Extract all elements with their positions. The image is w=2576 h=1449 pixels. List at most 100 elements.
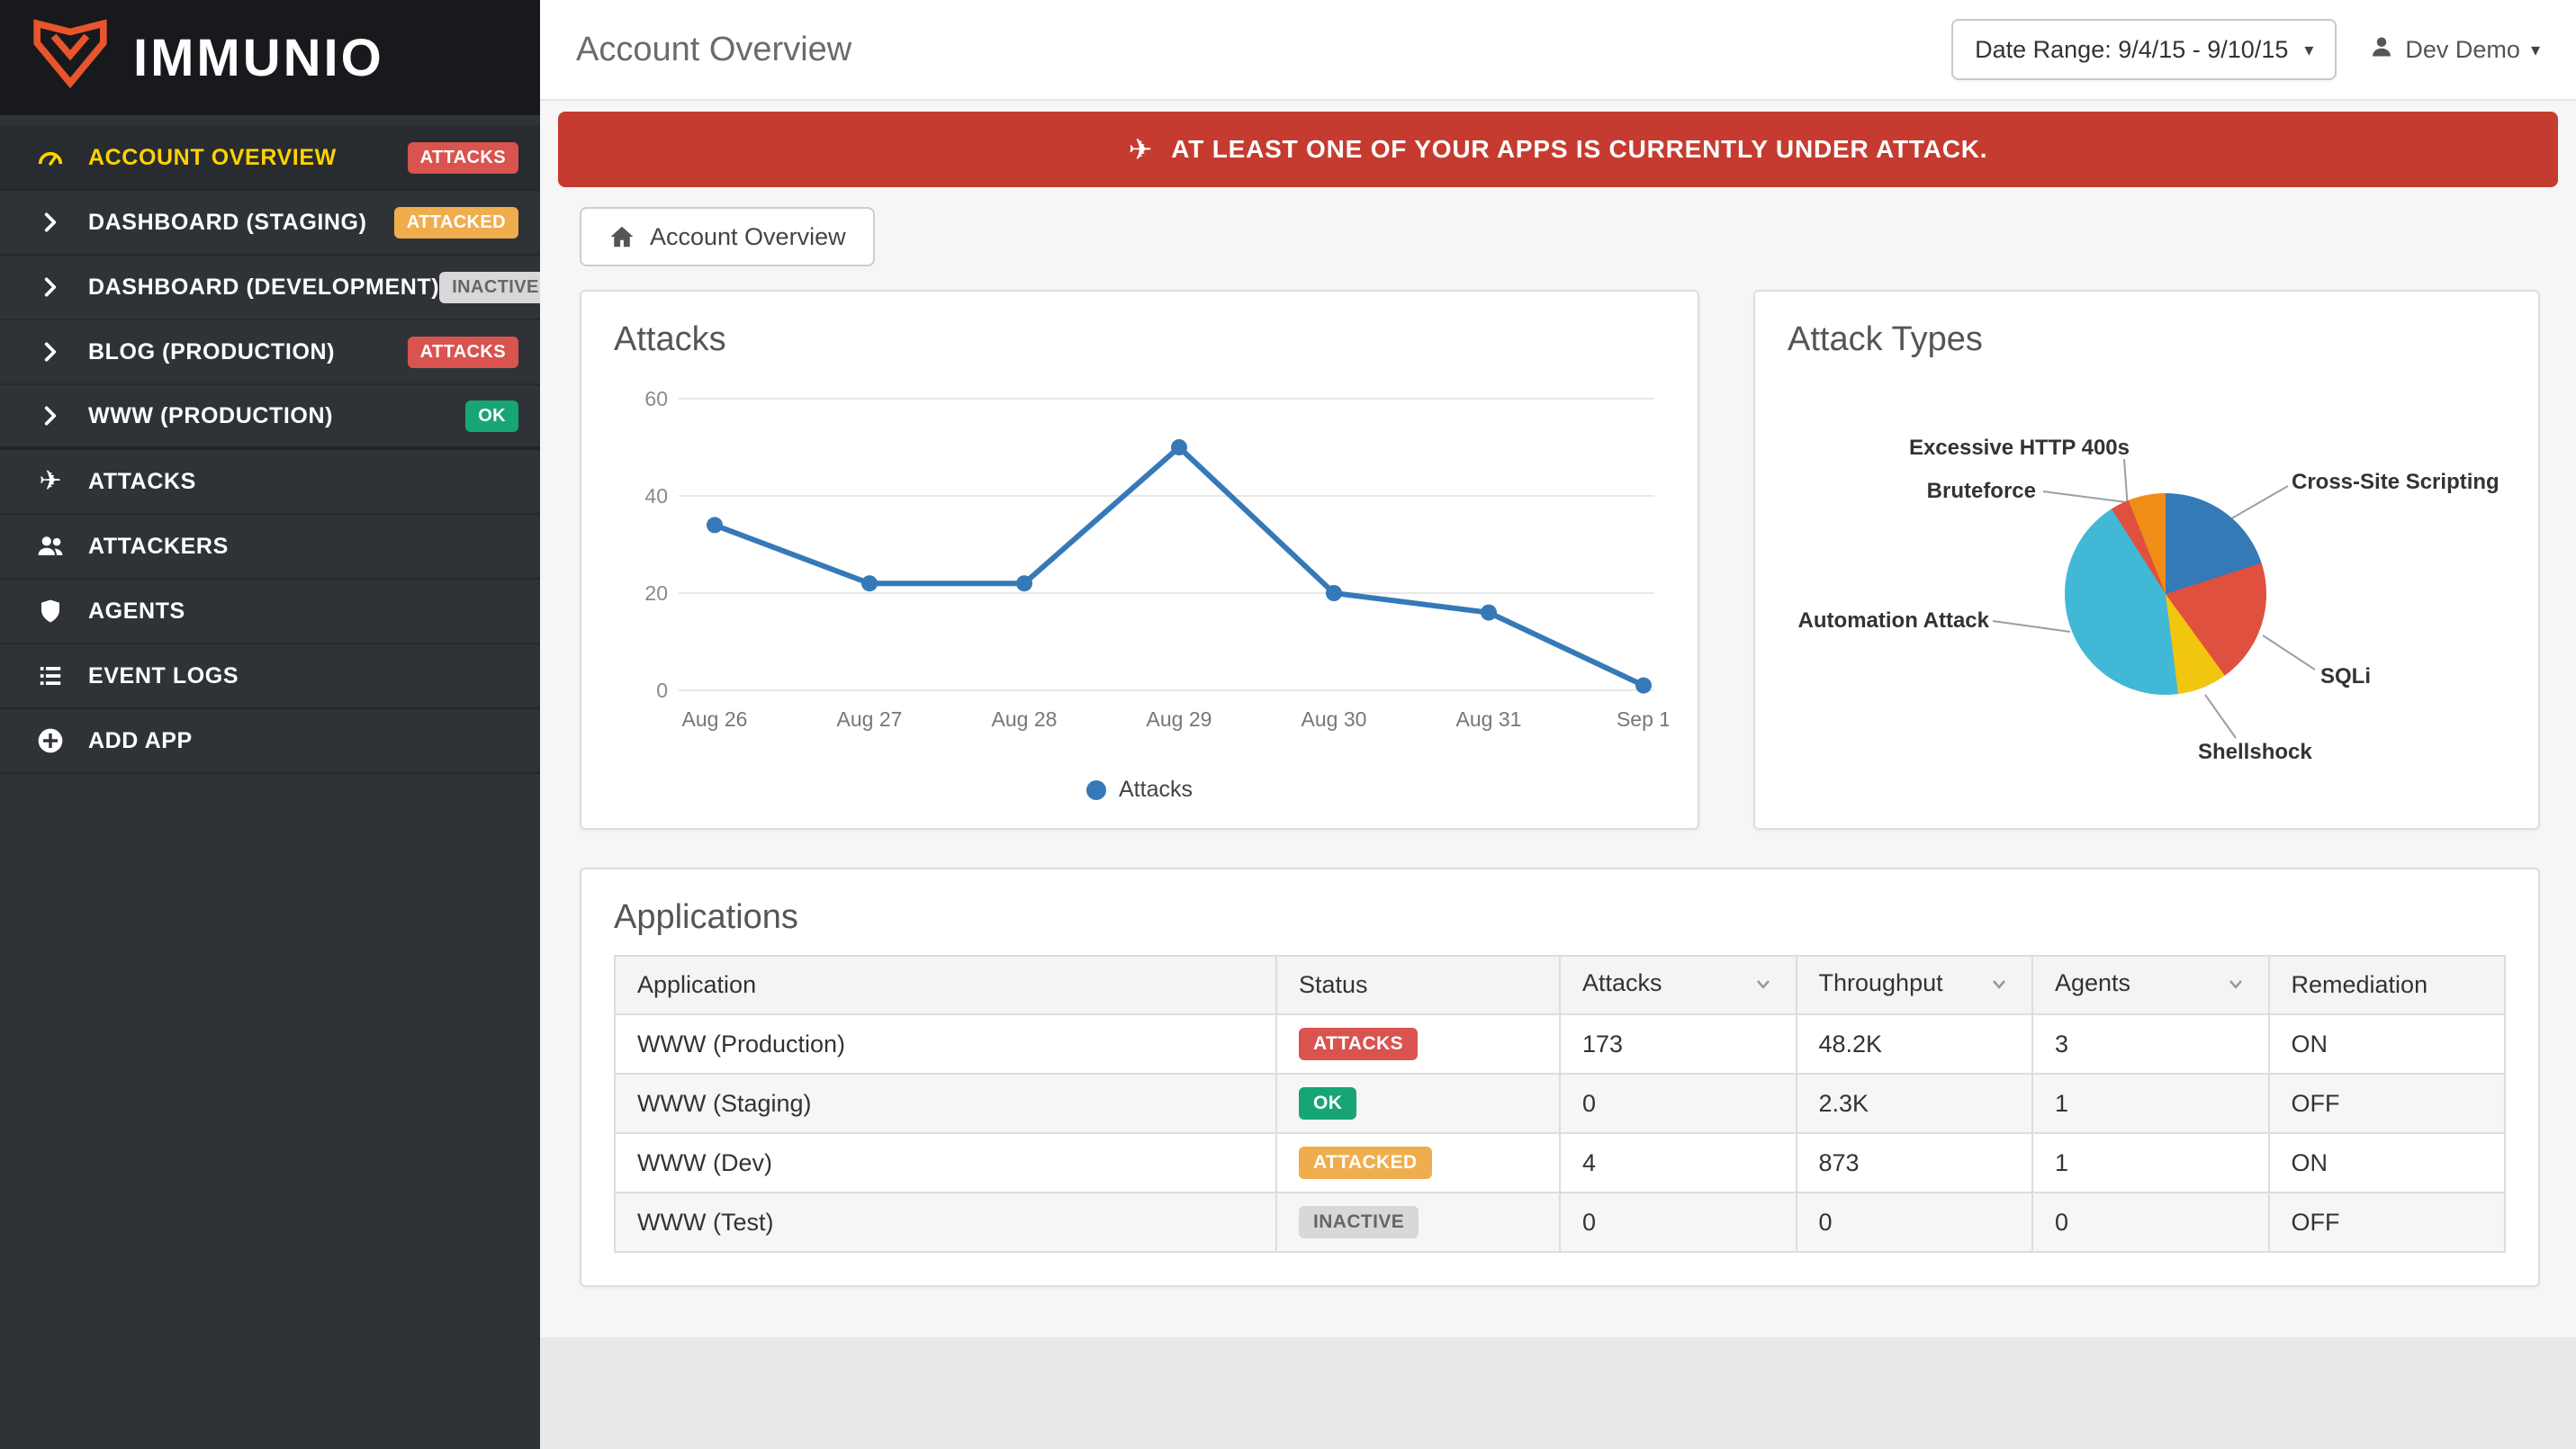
sidebar-item-agents[interactable]: AGENTS <box>0 580 540 644</box>
app-name-cell[interactable]: WWW (Staging) <box>615 1074 1276 1133</box>
agents-cell: 1 <box>2032 1133 2269 1192</box>
immunio-logo-icon <box>29 18 112 97</box>
status-badge: ATTACKS <box>1299 1028 1418 1060</box>
status-badge: ATTACKS <box>408 337 518 368</box>
col-header-remediation: Remediation <box>2269 956 2506 1014</box>
date-range-button[interactable]: Date Range: 9/4/15 - 9/10/15 ▾ <box>1951 19 2337 80</box>
sidebar-nav: ACCOUNT OVERVIEW ATTACKS DASHBOARD (STAG… <box>0 115 540 774</box>
sidebar-item-blog-production[interactable]: BLOG (PRODUCTION) ATTACKS <box>0 320 540 385</box>
sidebar-item-add-app[interactable]: ADD APP <box>0 709 540 774</box>
col-header-throughput[interactable]: Throughput <box>1797 956 2033 1014</box>
status-cell: ATTACKS <box>1276 1014 1560 1074</box>
app-name-cell[interactable]: WWW (Dev) <box>615 1133 1276 1192</box>
sidebar-item-dashboard-development[interactable]: DASHBOARD (DEVELOPMENT) INACTIVE <box>0 256 540 320</box>
sidebar-item-attackers[interactable]: ATTACKERS <box>0 515 540 580</box>
remediation-cell: ON <box>2269 1014 2506 1074</box>
sidebar-item-attacks[interactable]: ✈ ATTACKS <box>0 450 540 515</box>
app-root: IMMUNIO ACCOUNT OVERVIEW ATTACKS DASHBOA… <box>0 0 2576 1449</box>
sort-caret-icon[interactable] <box>2225 973 2247 1001</box>
top-bar: Account Overview Date Range: 9/4/15 - 9/… <box>540 0 2576 101</box>
throughput-cell: 2.3K <box>1797 1074 2033 1133</box>
status-badge: INACTIVE <box>439 272 552 303</box>
page-background <box>540 1337 2576 1449</box>
table-row: WWW (Dev) ATTACKED 4 873 1 ON <box>615 1133 2505 1192</box>
attacks-chart-card: Attacks 0204060Aug 26Aug 27Aug 28Aug 29A… <box>580 290 1699 830</box>
status-badge: ATTACKS <box>408 142 518 174</box>
sidebar-item-label: ADD APP <box>88 728 193 754</box>
list-icon <box>29 662 72 689</box>
agents-cell: 1 <box>2032 1074 2269 1133</box>
legend-dot-icon <box>1086 780 1106 800</box>
user-icon <box>2369 34 2394 66</box>
shield-icon <box>29 598 72 625</box>
remediation-cell: ON <box>2269 1133 2506 1192</box>
sidebar-item-label: ATTACKERS <box>88 534 229 560</box>
sort-caret-icon[interactable] <box>1988 973 2010 1001</box>
svg-text:40: 40 <box>644 484 668 508</box>
users-icon <box>29 531 72 562</box>
pie-label-excessive-http-400s: Excessive HTTP 400s <box>1860 436 2130 461</box>
svg-text:Aug 31: Aug 31 <box>1456 707 1522 731</box>
applications-title: Applications <box>614 898 2506 937</box>
pie-label-shellshock: Shellshock <box>2198 740 2312 765</box>
legend-label: Attacks <box>1119 777 1193 803</box>
table-row: WWW (Staging) OK 0 2.3K 1 OFF <box>615 1074 2505 1133</box>
content: ✈ AT LEAST ONE OF YOUR APPS IS CURRENTLY… <box>540 101 2576 1337</box>
sidebar-item-label: BLOG (PRODUCTION) <box>88 339 335 365</box>
alert-message: AT LEAST ONE OF YOUR APPS IS CURRENTLY U… <box>1171 135 1987 164</box>
applications-table-body: WWW (Production) ATTACKS 173 48.2K 3 ON … <box>615 1014 2505 1252</box>
attacks-cell: 4 <box>1560 1133 1797 1192</box>
chevron-right-icon <box>29 211 72 234</box>
gauge-icon <box>29 142 72 173</box>
home-icon <box>608 223 635 250</box>
chevron-right-icon <box>29 404 72 428</box>
applications-card: Applications Application Status Attacks <box>580 868 2540 1287</box>
brand-name: IMMUNIO <box>133 28 384 88</box>
sidebar-item-www-production[interactable]: WWW (PRODUCTION) OK <box>0 385 540 450</box>
col-header-agents[interactable]: Agents <box>2032 956 2269 1014</box>
sidebar-item-dashboard-staging[interactable]: DASHBOARD (STAGING) ATTACKED <box>0 191 540 256</box>
attacks-cell: 0 <box>1560 1192 1797 1252</box>
table-row: WWW (Production) ATTACKS 173 48.2K 3 ON <box>615 1014 2505 1074</box>
page-title: Account Overview <box>576 31 851 69</box>
svg-text:20: 20 <box>644 581 668 605</box>
agents-cell: 0 <box>2032 1192 2269 1252</box>
sidebar-item-label: WWW (PRODUCTION) <box>88 403 333 429</box>
col-header-application: Application <box>615 956 1276 1014</box>
sidebar-item-label: ACCOUNT OVERVIEW <box>88 145 337 171</box>
attack-alert-banner: ✈ AT LEAST ONE OF YOUR APPS IS CURRENTLY… <box>558 112 2558 187</box>
date-range-label: Date Range: 9/4/15 - 9/10/15 <box>1975 36 2288 64</box>
user-menu[interactable]: Dev Demo ▾ <box>2369 34 2540 66</box>
col-header-status: Status <box>1276 956 1560 1014</box>
brand-logo[interactable]: IMMUNIO <box>0 0 540 115</box>
applications-table: Application Status Attacks Throughput <box>614 955 2506 1253</box>
svg-text:Aug 29: Aug 29 <box>1147 707 1212 731</box>
sort-caret-icon[interactable] <box>1752 973 1774 1001</box>
fighter-jet-icon: ✈ <box>1129 132 1154 166</box>
sidebar: IMMUNIO ACCOUNT OVERVIEW ATTACKS DASHBOA… <box>0 0 540 1449</box>
attacks-chart-title: Attacks <box>614 320 1665 359</box>
charts-row: Attacks 0204060Aug 26Aug 27Aug 28Aug 29A… <box>580 290 2540 830</box>
attack-types-pie[interactable] <box>2065 493 2266 695</box>
remediation-cell: OFF <box>2269 1192 2506 1252</box>
attacks-cell: 173 <box>1560 1014 1797 1074</box>
agents-cell: 3 <box>2032 1014 2269 1074</box>
col-header-attacks[interactable]: Attacks <box>1560 956 1797 1014</box>
sidebar-item-account-overview[interactable]: ACCOUNT OVERVIEW ATTACKS <box>0 126 540 191</box>
app-name-cell[interactable]: WWW (Test) <box>615 1192 1276 1252</box>
svg-text:Aug 27: Aug 27 <box>837 707 903 731</box>
pie-label-cross-site-scripting: Cross-Site Scripting <box>2292 470 2499 495</box>
chart-legend[interactable]: Attacks <box>614 777 1665 803</box>
app-name-cell[interactable]: WWW (Production) <box>615 1014 1276 1074</box>
status-badge: INACTIVE <box>1299 1206 1419 1238</box>
sidebar-item-event-logs[interactable]: EVENT LOGS <box>0 644 540 709</box>
tab-account-overview[interactable]: Account Overview <box>580 207 875 266</box>
attack-types-card: Attack Types Excessive HTTP 400s Brutefo… <box>1753 290 2540 830</box>
chevron-right-icon <box>29 275 72 299</box>
pie-label-bruteforce: Bruteforce <box>1824 479 2036 504</box>
chevron-right-icon <box>29 340 72 364</box>
sidebar-item-label: DASHBOARD (STAGING) <box>88 210 367 236</box>
status-badge: ATTACKED <box>1299 1147 1432 1179</box>
throughput-cell: 0 <box>1797 1192 2033 1252</box>
svg-text:0: 0 <box>656 679 668 702</box>
